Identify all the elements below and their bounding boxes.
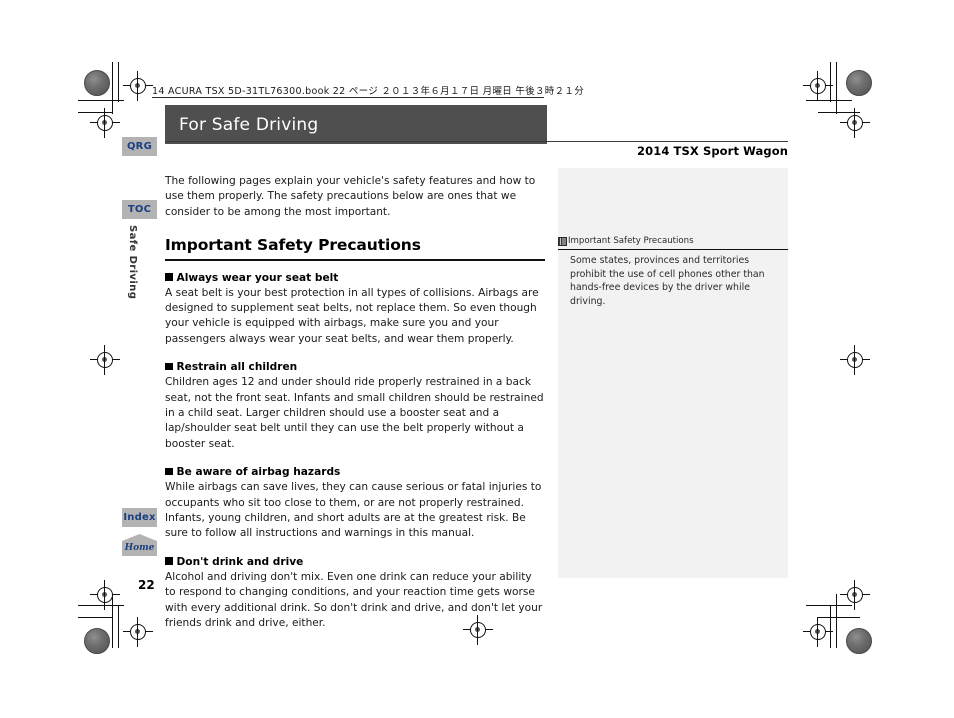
side-note-heading-text: Important Safety Precautions [568,236,694,246]
side-note-heading: Important Safety Precautions [558,236,694,246]
subsection-children: Restrain all children Children ages 12 a… [165,361,545,452]
square-bullet-icon [165,467,173,476]
registration-target-lower-right [803,617,833,647]
print-info-line: 14 ACURA TSX 5D-31TL76300.book 22 ページ ２０… [152,86,584,97]
subsection-heading: Restrain all children [165,361,545,373]
subsection-body: While airbags can save lives, they can c… [165,481,542,540]
crop-line [112,594,114,648]
subsection-drink-drive: Don't drink and drive Alcohol and drivin… [165,556,545,632]
intro-paragraph: The following pages explain your vehicle… [165,175,536,218]
page-number: 22 [138,578,155,592]
crop-line [78,112,112,114]
subsection-heading: Always wear your seat belt [165,272,545,284]
subsection-airbag: Be aware of airbag hazards While airbags… [165,466,545,542]
subsection-heading: Be aware of airbag hazards [165,466,545,478]
subsection-heading-text: Be aware of airbag hazards [176,466,341,479]
subsection-heading-text: Restrain all children [176,361,298,374]
square-bullet-icon [165,557,173,565]
header-rule [165,141,788,142]
main-content: The following pages explain your vehicle… [165,174,545,646]
crop-line [836,62,838,114]
registration-target-top-left [123,71,153,101]
subsection-body: Children ages 12 and under should ride p… [165,376,544,450]
registration-rosette-top-right [846,70,872,96]
subsection-body: Alcohol and driving don't mix. Even one … [165,570,543,630]
registration-target-lower-left [123,617,153,647]
sidebar-tab-home-label: Home [124,543,155,553]
sidebar-tab-index[interactable]: Index [122,508,157,527]
sidebar-tab-toc[interactable]: TOC [122,200,157,219]
subsection-heading-text: Always wear your seat belt [176,271,339,284]
registration-rosette-bottom-right [846,628,872,654]
reference-marker-icon [558,236,567,246]
side-note-rule [558,249,788,251]
page-title: For Safe Driving [179,114,319,135]
side-note-panel: Important Safety Precautions Some states… [558,168,788,578]
crop-line [818,112,860,114]
page-title-bar: For Safe Driving [165,105,547,144]
registration-rosette-top-left [84,70,110,96]
registration-target-left-center [90,345,120,375]
model-name: 2014 TSX Sport Wagon [637,144,788,158]
section-rule [165,259,545,261]
crop-line [836,594,838,648]
subsection-body: A seat belt is your best protection in a… [165,286,539,345]
square-bullet-icon [165,273,173,281]
subsection-heading-text: Don't drink and drive [176,555,304,568]
sidebar-tab-home[interactable]: Home [122,534,157,556]
print-info-rule [152,97,544,98]
crop-line [806,605,852,607]
sidebar-tab-qrg[interactable]: QRG [122,137,157,156]
registration-rosette-bottom-left [84,628,110,654]
registration-target-top-right [803,71,833,101]
crop-line [806,100,852,102]
crop-line [112,62,114,114]
subsection-seat-belt: Always wear your seat belt A seat belt i… [165,272,545,348]
side-note-body: Some states, provinces and territories p… [570,255,765,307]
crop-line [830,606,832,648]
registration-target-right-center [840,345,870,375]
square-bullet-icon [165,362,173,371]
crop-line [118,606,120,648]
subsection-heading: Don't drink and drive [165,556,545,568]
crop-line [818,617,860,619]
crop-line [118,62,120,102]
crop-line [78,617,112,619]
section-title: Important Safety Precautions [165,236,421,255]
crop-line [830,62,832,102]
chapter-tab-label: Safe Driving [127,225,138,300]
